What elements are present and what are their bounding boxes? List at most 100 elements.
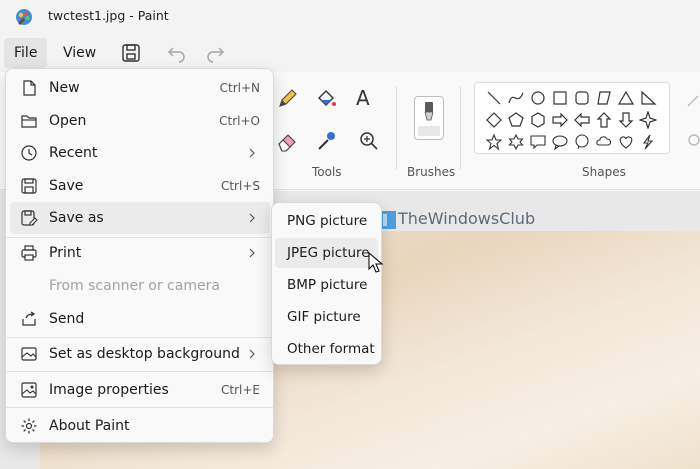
menu-item-label: Open (49, 113, 87, 129)
right-triangle-shape-icon[interactable] (639, 89, 657, 107)
up-arrow-shape-icon[interactable] (595, 111, 613, 129)
save-as-gif[interactable]: GIF picture (275, 302, 378, 332)
shortcut-label: Ctrl+N (219, 81, 260, 95)
save-icon[interactable] (120, 42, 142, 64)
menu-item-label: Save as (49, 210, 104, 226)
save-as-jpeg[interactable]: JPEG picture (275, 238, 378, 268)
brush-icon (424, 102, 434, 121)
left-arrow-shape-icon[interactable] (573, 111, 591, 129)
view-menu-button[interactable]: View (53, 38, 106, 68)
save-as-png[interactable]: PNG picture (275, 206, 378, 236)
menu-item-recent[interactable]: Recent (10, 137, 270, 169)
save-as-other-format[interactable]: Other format (275, 334, 378, 364)
shortcut-label: Ctrl+E (221, 383, 260, 397)
eraser-icon[interactable] (274, 128, 300, 154)
menu-item-save-as[interactable]: Save as (10, 202, 270, 234)
shapes-group-label: Shapes (582, 165, 626, 179)
cloud-callout-shape-icon[interactable] (595, 133, 613, 151)
menu-separator (6, 371, 273, 372)
pentagon-shape-icon[interactable] (507, 111, 525, 129)
menu-bar: File View (0, 34, 700, 72)
title-bar: twctest1.jpg - Paint (0, 0, 700, 34)
line-shape-icon[interactable] (485, 89, 503, 107)
submenu-item-label: PNG picture (287, 213, 368, 229)
menu-item-set-desktop-background[interactable]: Set as desktop background (10, 338, 270, 370)
ribbon-separator (460, 86, 461, 170)
rectangle-callout-shape-icon[interactable] (529, 133, 547, 151)
new-document-icon (23, 80, 36, 96)
brushes-button[interactable] (414, 96, 444, 140)
hexagon-shape-icon[interactable] (529, 111, 547, 129)
desktop-background-icon (21, 347, 37, 361)
save-icon (21, 178, 37, 194)
menu-item-label: Set as desktop background (49, 346, 240, 362)
right-arrow-shape-icon[interactable] (551, 111, 569, 129)
menu-item-new[interactable]: New Ctrl+N (10, 72, 270, 104)
four-point-star-shape-icon[interactable] (639, 111, 657, 129)
fill-bucket-icon[interactable] (313, 86, 339, 112)
heart-shape-icon[interactable] (617, 133, 635, 151)
five-point-star-shape-icon[interactable] (485, 133, 503, 151)
text-tool-icon[interactable]: A (356, 86, 382, 112)
submenu-item-label: Other format (287, 341, 375, 357)
menu-item-send[interactable]: Send (10, 303, 270, 335)
file-menu: New Ctrl+N Open Ctrl+O Recent Save Ctrl+… (5, 68, 274, 443)
printer-icon (21, 245, 37, 261)
chevron-right-icon (249, 248, 255, 258)
oval-callout-shape-icon[interactable] (551, 133, 569, 151)
shapes-gallery[interactable] (474, 82, 670, 154)
thewindowsclub-logo (380, 211, 396, 229)
file-menu-button[interactable]: File (4, 38, 48, 68)
menu-item-label: Print (49, 245, 82, 261)
menu-item-open[interactable]: Open Ctrl+O (10, 105, 270, 137)
triangle-shape-icon[interactable] (617, 89, 635, 107)
curve-shape-icon[interactable] (507, 89, 525, 107)
menu-item-label: Recent (49, 145, 98, 161)
chevron-right-icon (249, 349, 255, 359)
color-picker-icon[interactable] (313, 128, 339, 154)
menu-item-print[interactable]: Print (10, 237, 270, 269)
tools-group-label: Tools (312, 165, 342, 179)
pencil-icon[interactable] (274, 86, 300, 112)
magnifier-icon[interactable] (356, 128, 382, 154)
menu-item-label: From scanner or camera (49, 278, 220, 294)
menu-item-about-paint[interactable]: About Paint (10, 410, 270, 442)
menu-item-label: New (49, 80, 80, 96)
lightning-shape-icon[interactable] (639, 133, 657, 151)
brushes-group-label: Brushes (407, 165, 456, 179)
share-icon (22, 311, 36, 326)
redo-icon[interactable] (204, 42, 226, 64)
menu-item-label: Send (49, 311, 85, 327)
chevron-right-icon (249, 213, 255, 223)
ribbon-separator (396, 86, 397, 170)
watermark-text: TheWindowsClub (398, 209, 536, 228)
oval-shape-icon[interactable] (529, 89, 547, 107)
chevron-right-icon (249, 148, 255, 158)
down-arrow-shape-icon[interactable] (617, 111, 635, 129)
menu-item-image-properties[interactable]: Image properties Ctrl+E (10, 374, 270, 406)
image-properties-icon (21, 382, 37, 398)
shortcut-label: Ctrl+S (220, 179, 260, 193)
paint-app-icon (16, 9, 32, 25)
save-as-icon (21, 210, 38, 226)
polygon-shape-icon[interactable] (595, 89, 613, 107)
rounded-rectangle-shape-icon[interactable] (573, 89, 591, 107)
undo-icon[interactable] (166, 42, 188, 64)
menu-item-save[interactable]: Save Ctrl+S (10, 170, 270, 202)
submenu-item-label: JPEG picture (287, 245, 370, 261)
save-as-submenu: PNG picture JPEG picture BMP picture GIF… (271, 202, 382, 365)
menu-item-label: Image properties (49, 382, 169, 398)
menu-item-label: Save (49, 178, 84, 194)
rectangle-shape-icon[interactable] (551, 89, 569, 107)
outline-icon[interactable] (686, 92, 700, 118)
diamond-shape-icon[interactable] (485, 111, 503, 129)
clock-icon (21, 145, 37, 161)
gear-icon (21, 418, 37, 434)
save-as-bmp[interactable]: BMP picture (275, 270, 378, 300)
round-callout-shape-icon[interactable] (573, 133, 591, 151)
six-point-star-shape-icon[interactable] (507, 133, 525, 151)
menu-separator (6, 407, 273, 408)
menu-item-from-scanner: From scanner or camera (10, 270, 270, 302)
fill-icon[interactable] (686, 130, 700, 156)
menu-item-label: About Paint (49, 418, 130, 434)
